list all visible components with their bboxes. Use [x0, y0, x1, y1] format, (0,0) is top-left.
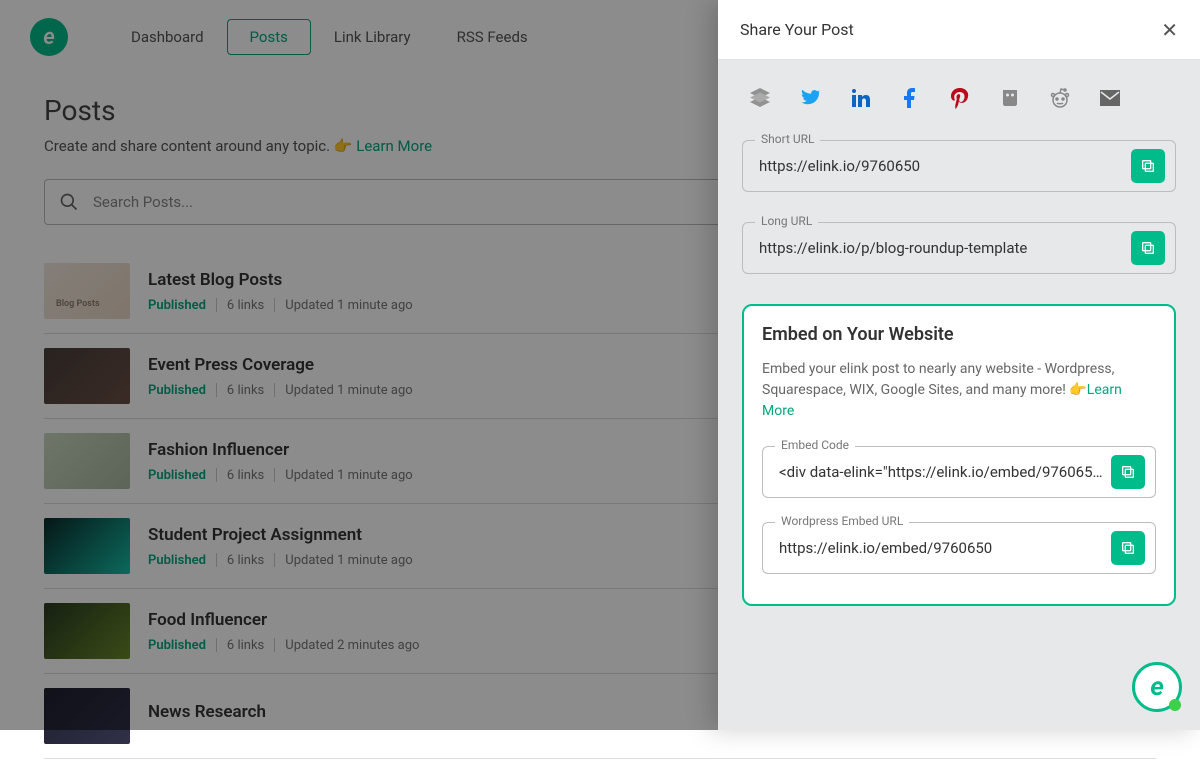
hootsuite-icon[interactable] — [998, 86, 1022, 110]
pointing-hand-icon: 👉 — [1069, 380, 1086, 401]
email-icon[interactable] — [1098, 86, 1122, 110]
reddit-icon[interactable] — [1048, 86, 1072, 110]
wordpress-url-value[interactable]: https://elink.io/embed/9760650 — [779, 539, 1111, 557]
wordpress-url-label: Wordpress Embed URL — [775, 514, 909, 528]
copy-wordpress-url-button[interactable] — [1111, 531, 1145, 565]
buffer-icon[interactable] — [748, 86, 772, 110]
embed-code-field: Embed Code <div data-elink="https://elin… — [762, 446, 1156, 498]
embed-code-label: Embed Code — [775, 438, 855, 452]
twitter-icon[interactable] — [798, 86, 822, 110]
embed-title: Embed on Your Website — [762, 324, 1156, 345]
share-panel: Share Your Post ✕ Short URL https://elin… — [718, 0, 1200, 730]
long-url-field: Long URL https://elink.io/p/blog-roundup… — [742, 222, 1176, 274]
copy-icon — [1140, 158, 1156, 174]
share-panel-title: Share Your Post — [740, 20, 854, 39]
copy-icon — [1140, 240, 1156, 256]
wordpress-url-field: Wordpress Embed URL https://elink.io/emb… — [762, 522, 1156, 574]
copy-embed-code-button[interactable] — [1111, 455, 1145, 489]
facebook-icon[interactable] — [898, 86, 922, 110]
copy-icon — [1120, 464, 1136, 480]
long-url-value[interactable]: https://elink.io/p/blog-roundup-template — [759, 239, 1131, 257]
short-url-value[interactable]: https://elink.io/9760650 — [759, 157, 1131, 175]
copy-icon — [1120, 540, 1136, 556]
embed-card: Embed on Your Website Embed your elink p… — [742, 304, 1176, 606]
social-share-row — [742, 86, 1176, 110]
copy-short-url-button[interactable] — [1131, 149, 1165, 183]
embed-code-value[interactable]: <div data-elink="https://elink.io/embed/… — [779, 463, 1111, 481]
pinterest-icon[interactable] — [948, 86, 972, 110]
short-url-label: Short URL — [755, 132, 820, 146]
linkedin-icon[interactable] — [848, 86, 872, 110]
copy-long-url-button[interactable] — [1131, 231, 1165, 265]
close-button[interactable]: ✕ — [1161, 18, 1178, 42]
embed-description: Embed your elink post to nearly any webs… — [762, 359, 1156, 422]
short-url-field: Short URL https://elink.io/9760650 — [742, 140, 1176, 192]
long-url-label: Long URL — [755, 214, 818, 228]
help-fab[interactable]: e — [1132, 662, 1182, 712]
